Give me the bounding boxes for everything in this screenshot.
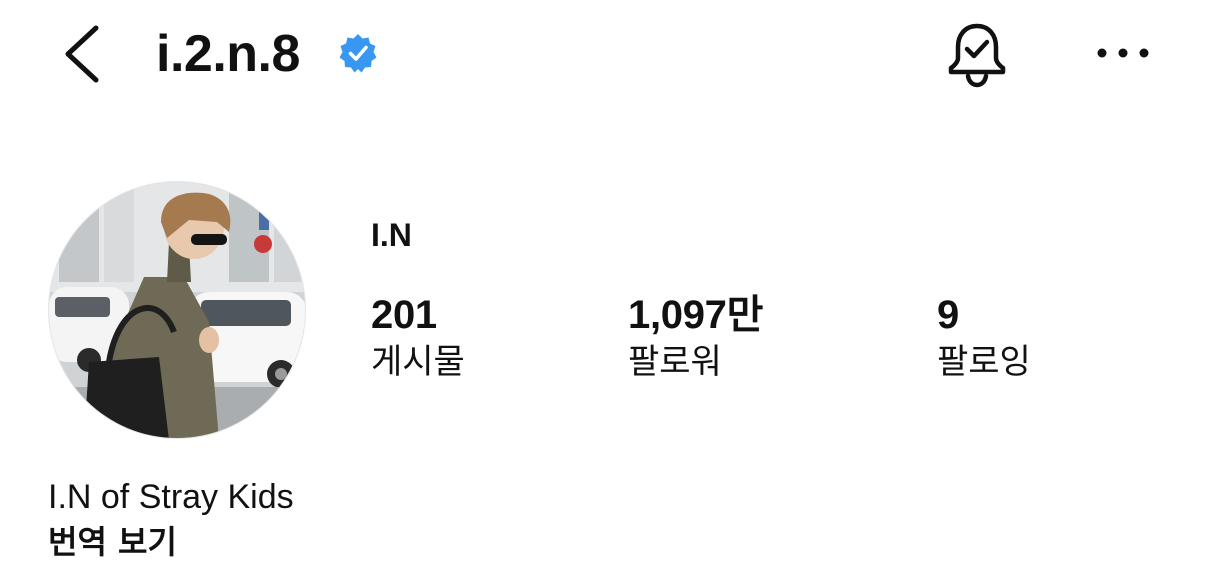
notifications-button[interactable] (944, 20, 1010, 90)
following-label: 팔로잉 (937, 342, 1031, 382)
bell-check-icon (948, 23, 1006, 88)
see-translation-link[interactable]: 번역 보기 (48, 520, 177, 564)
more-options-button[interactable] (1092, 36, 1154, 70)
posts-stat[interactable]: 201 게시물 (371, 290, 465, 384)
more-horizontal-icon (1097, 48, 1149, 58)
profile-header: i.2.n.8 (0, 0, 1206, 110)
chevron-left-icon (65, 25, 99, 83)
following-count: 9 (937, 293, 959, 337)
profile-username: i.2.n.8 (156, 25, 300, 83)
followers-stat[interactable]: 1,097만 팔로워 (628, 290, 763, 384)
profile-avatar[interactable] (48, 181, 306, 439)
back-button[interactable] (58, 22, 108, 86)
following-stat[interactable]: 9 팔로잉 (937, 290, 1031, 384)
followers-count: 1,097만 (628, 293, 764, 337)
profile-display-name: I.N (371, 217, 412, 253)
followers-label: 팔로워 (628, 342, 722, 382)
posts-count: 201 (371, 293, 437, 337)
verified-badge-icon (338, 33, 378, 73)
profile-bio: I.N of Stray Kids (48, 478, 294, 516)
posts-label: 게시물 (371, 342, 465, 382)
